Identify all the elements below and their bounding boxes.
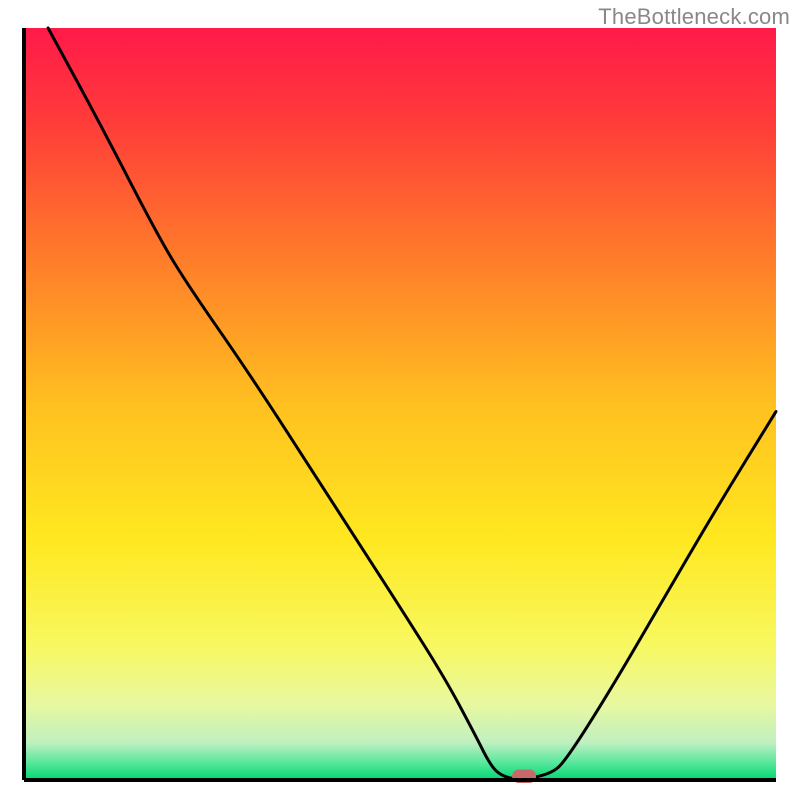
bottleneck-chart [0,0,800,800]
chart-container: TheBottleneck.com [0,0,800,800]
attribution-label: TheBottleneck.com [598,4,790,30]
gradient-background [24,28,776,780]
